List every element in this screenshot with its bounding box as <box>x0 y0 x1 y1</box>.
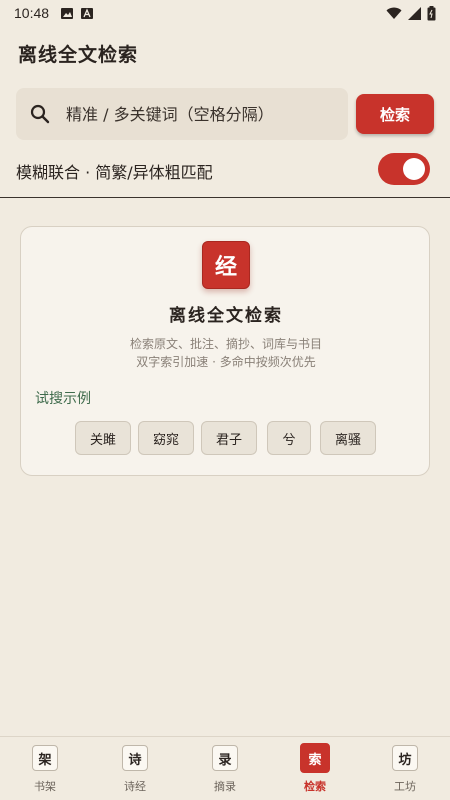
nav-label: 工坊 <box>394 780 416 793</box>
toggle-knob <box>403 158 425 180</box>
card-description-line-2: 双字索引加速 · 多命中按频次优先 <box>136 355 316 369</box>
a-icon <box>81 7 94 19</box>
examples-label: 试搜示例 <box>35 391 91 407</box>
workshop-icon: 坊 <box>392 745 418 771</box>
search-bar: 检索 <box>16 88 434 140</box>
nav-label: 书架 <box>34 780 56 793</box>
nav-label: 摘录 <box>214 780 236 793</box>
excerpt-icon: 录 <box>212 745 238 771</box>
nav-item-excerpts[interactable]: 录 摘录 <box>180 737 270 800</box>
example-chip[interactable]: 关雎 <box>75 421 131 455</box>
nav-item-shijing[interactable]: 诗 诗经 <box>90 737 180 800</box>
fuzzy-option-row: 模糊联合 · 简繁/异体粗匹配 <box>16 152 434 188</box>
wifi-icon <box>386 7 402 19</box>
fuzzy-label: 模糊联合 · 简繁/异体粗匹配 <box>16 163 213 182</box>
example-chip[interactable]: 离骚 <box>320 421 376 455</box>
search-intro-card: 经 离线全文检索 检索原文、批注、摘抄、词库与书目 双字索引加速 · 多命中按频… <box>20 226 430 476</box>
bottom-nav: 架 书架 诗 诗经 录 摘录 索 检索 坊 工坊 <box>0 736 450 800</box>
status-time: 10:48 <box>14 5 50 21</box>
bookshelf-icon: 架 <box>32 745 58 771</box>
poetry-icon: 诗 <box>122 745 148 771</box>
search-input[interactable] <box>66 88 341 140</box>
page-title: 离线全文检索 <box>18 44 139 66</box>
example-chip[interactable]: 君子 <box>201 421 257 455</box>
card-badge: 经 <box>202 241 250 289</box>
status-bar: 10:48 <box>0 0 450 26</box>
nav-item-workshop[interactable]: 坊 工坊 <box>360 737 450 800</box>
image-icon <box>61 7 74 19</box>
search-box[interactable] <box>16 88 348 140</box>
card-description-line-1: 检索原文、批注、摘抄、词库与书目 <box>129 337 322 351</box>
divider <box>0 197 450 198</box>
nav-item-search[interactable]: 索 检索 <box>270 737 360 800</box>
example-chip[interactable]: 窈窕 <box>138 421 194 455</box>
search-icon <box>30 104 50 124</box>
example-chip[interactable]: 兮 <box>267 421 311 455</box>
nav-label: 诗经 <box>124 780 146 793</box>
nav-label: 检索 <box>304 780 326 793</box>
search-button[interactable]: 检索 <box>356 94 434 134</box>
card-title: 离线全文检索 <box>169 306 283 326</box>
signal-icon <box>408 6 421 20</box>
search-nav-icon: 索 <box>300 743 330 773</box>
nav-item-bookshelf[interactable]: 架 书架 <box>0 737 90 800</box>
battery-icon <box>427 5 436 20</box>
fuzzy-toggle[interactable] <box>378 153 430 185</box>
